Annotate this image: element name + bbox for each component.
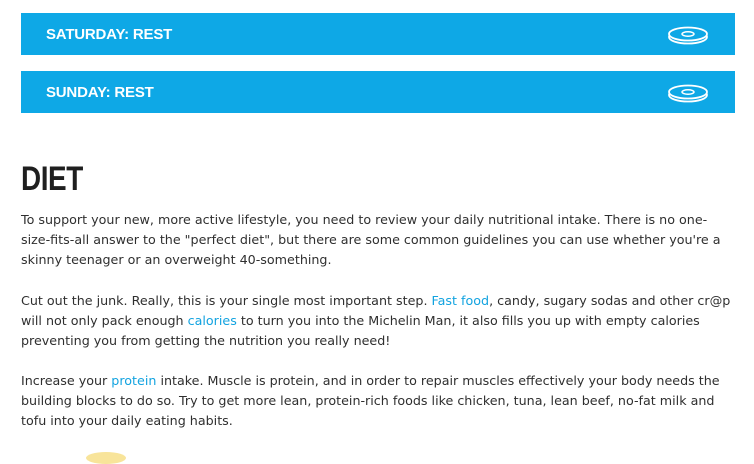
- weight-plate-icon: [668, 84, 708, 103]
- weight-plate-icon: [668, 26, 708, 45]
- paragraph-text: Cut out the junk. Really, this is your s…: [21, 293, 432, 308]
- paragraph-text: Increase your: [21, 373, 112, 388]
- diet-paragraph-junk: Cut out the junk. Really, this is your s…: [21, 291, 733, 351]
- diet-paragraph-intro: To support your new, more active lifesty…: [21, 212, 721, 267]
- accordion-label: SATURDAY: REST: [46, 25, 173, 43]
- accordion-saturday[interactable]: SATURDAY: REST: [21, 13, 735, 55]
- image-edge: [86, 452, 126, 464]
- fast-food-link[interactable]: Fast food: [432, 293, 490, 308]
- accordion-sunday[interactable]: SUNDAY: REST: [21, 71, 735, 113]
- calories-link[interactable]: calories: [188, 313, 237, 328]
- section-heading-diet: DIET: [21, 160, 83, 198]
- accordion-label: SUNDAY: REST: [46, 83, 154, 101]
- diet-paragraph-protein: Increase your protein intake. Muscle is …: [21, 371, 733, 431]
- protein-link[interactable]: protein: [111, 373, 156, 388]
